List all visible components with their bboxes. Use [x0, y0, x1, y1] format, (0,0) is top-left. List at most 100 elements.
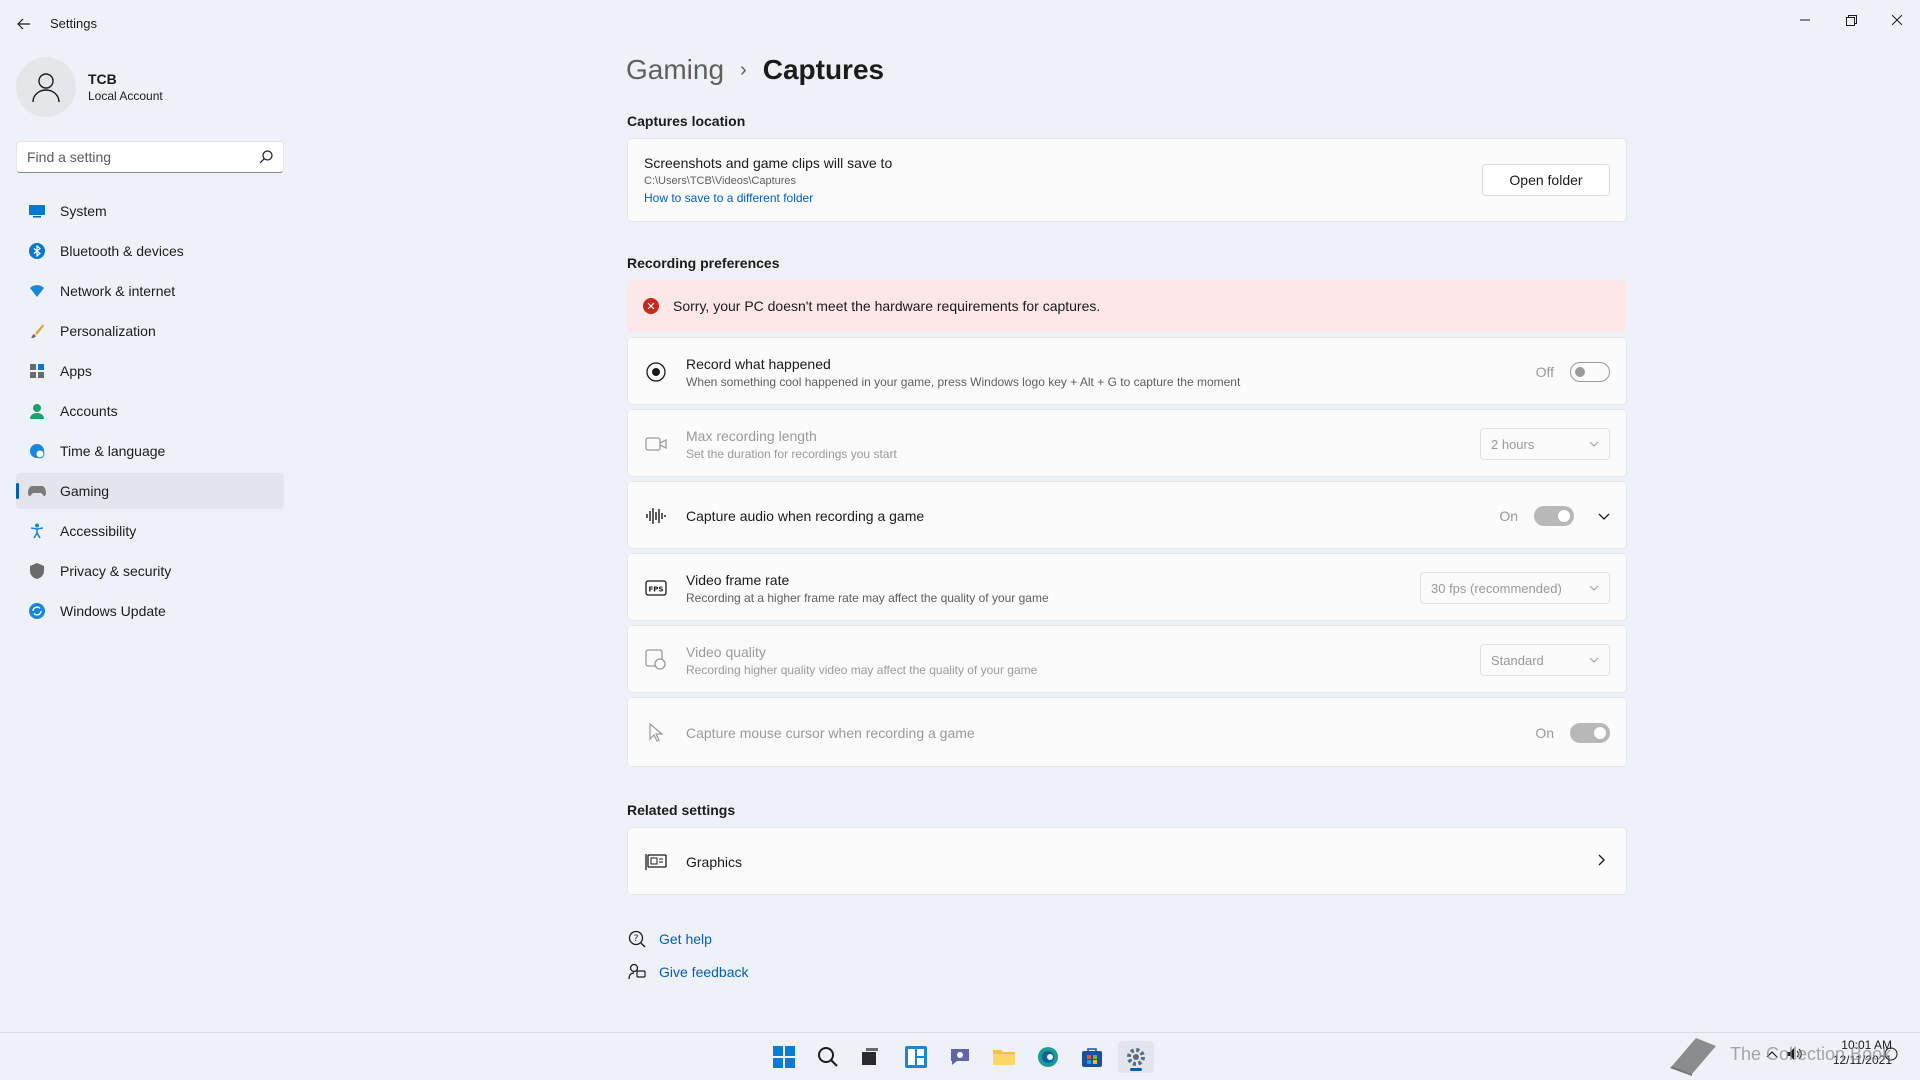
- svg-text:FPS: FPS: [649, 586, 664, 594]
- accessibility-icon: [28, 522, 46, 540]
- sidebar-item-network[interactable]: Network & internet: [16, 273, 284, 309]
- search-box[interactable]: [16, 141, 284, 173]
- max-recording-length-desc: Set the duration for recordings you star…: [686, 447, 897, 461]
- taskbar-search-button[interactable]: [810, 1041, 846, 1073]
- camera-icon: [644, 432, 668, 456]
- active-indicator: [1130, 1068, 1142, 1071]
- title-bar: Settings: [0, 0, 1920, 48]
- search-icon[interactable]: [259, 150, 273, 164]
- sidebar-item-system[interactable]: System: [16, 193, 284, 229]
- max-recording-length-dropdown[interactable]: 2 hours: [1480, 428, 1610, 460]
- dropdown-value: Standard: [1491, 652, 1544, 668]
- record-what-happened-title: Record what happened: [686, 356, 831, 372]
- minimize-icon: [1800, 19, 1810, 21]
- edge-button[interactable]: [1030, 1041, 1066, 1073]
- capture-audio-toggle-group: On: [1499, 506, 1574, 526]
- sidebar-item-bluetooth[interactable]: Bluetooth & devices: [16, 233, 284, 269]
- close-button[interactable]: [1874, 4, 1920, 36]
- profile-name: TCB: [88, 71, 117, 87]
- open-folder-button[interactable]: Open folder: [1482, 164, 1610, 196]
- app-title: Settings: [50, 16, 97, 31]
- record-icon: [644, 360, 668, 384]
- feedback-icon: [627, 962, 647, 982]
- restore-button[interactable]: [1828, 4, 1874, 36]
- section-title-recording-preferences: Recording preferences: [627, 255, 780, 271]
- start-button[interactable]: [766, 1041, 802, 1073]
- brush-icon: [28, 322, 46, 340]
- user-profile[interactable]: TCB Local Account: [16, 57, 163, 117]
- sidebar-item-gaming[interactable]: Gaming: [16, 473, 284, 509]
- mouse-cursor-toggle-group: On: [1535, 723, 1610, 743]
- capture-audio-card[interactable]: Capture audio when recording a game On: [627, 481, 1627, 549]
- folder-icon: [993, 1050, 1015, 1065]
- video-quality-desc: Recording higher quality video may affec…: [686, 663, 1038, 677]
- different-folder-link[interactable]: How to save to a different folder: [644, 191, 813, 205]
- sidebar-item-privacy[interactable]: Privacy & security: [16, 553, 284, 589]
- sidebar-item-label: Windows Update: [60, 603, 166, 619]
- gamepad-icon: [28, 482, 46, 500]
- sidebar-item-accounts[interactable]: Accounts: [16, 393, 284, 429]
- widgets-button[interactable]: [898, 1041, 934, 1073]
- back-button[interactable]: [12, 12, 36, 36]
- chevron-down-icon: [1589, 657, 1599, 663]
- breadcrumb: Gaming › Captures: [626, 54, 884, 86]
- minimize-button[interactable]: [1782, 4, 1828, 36]
- sidebar-item-time-language[interactable]: Time & language: [16, 433, 284, 469]
- error-message: Sorry, your PC doesn't meet the hardware…: [673, 298, 1101, 314]
- graphics-link-card[interactable]: Graphics: [627, 827, 1627, 895]
- store-button[interactable]: [1074, 1041, 1110, 1073]
- chat-button[interactable]: [942, 1041, 978, 1073]
- task-view-button[interactable]: [852, 1041, 888, 1073]
- search-input[interactable]: [27, 149, 259, 165]
- sidebar-item-accessibility[interactable]: Accessibility: [16, 513, 284, 549]
- task-view-icon: [862, 1048, 878, 1065]
- record-toggle-group: Off: [1536, 362, 1610, 382]
- wifi-icon: [28, 282, 46, 300]
- breadcrumb-parent[interactable]: Gaming: [626, 54, 724, 86]
- give-feedback-link[interactable]: Give feedback: [659, 964, 749, 980]
- video-quality-dropdown[interactable]: Standard: [1480, 644, 1610, 676]
- shield-icon: [28, 562, 46, 580]
- record-what-happened-desc: When something cool happened in your gam…: [686, 375, 1241, 389]
- update-icon: [28, 602, 46, 620]
- sidebar-item-windows-update[interactable]: Windows Update: [16, 593, 284, 629]
- book-logo-icon: [1670, 1038, 1716, 1076]
- chevron-right-icon: [1598, 853, 1606, 871]
- sidebar-item-label: Personalization: [60, 323, 156, 339]
- windows-logo-icon: [773, 1046, 795, 1068]
- sidebar-item-personalization[interactable]: Personalization: [16, 313, 284, 349]
- toggle-state-label: On: [1499, 508, 1518, 524]
- capture-mouse-cursor-toggle[interactable]: [1570, 723, 1610, 743]
- record-what-happened-card: Record what happened When something cool…: [627, 337, 1627, 405]
- profile-account-type: Local Account: [88, 89, 163, 103]
- edge-browser-icon: [1038, 1047, 1058, 1067]
- sidebar-item-apps[interactable]: Apps: [16, 353, 284, 389]
- watermark-text: The Collection Book: [1730, 1043, 1892, 1064]
- sidebar-item-label: Time & language: [60, 443, 166, 459]
- settings-taskbar-button[interactable]: [1118, 1041, 1154, 1073]
- video-frame-rate-dropdown[interactable]: 30 fps (recommended): [1420, 572, 1610, 604]
- gear-icon: [1127, 1048, 1145, 1066]
- watermark: The Collection Book: [1668, 1032, 1891, 1076]
- person-icon: [28, 402, 46, 420]
- get-help-row[interactable]: ? Get help: [627, 929, 712, 949]
- chevron-down-icon: [1589, 585, 1599, 591]
- capture-audio-toggle[interactable]: [1534, 506, 1574, 526]
- bluetooth-icon: [28, 242, 46, 260]
- capture-mouse-cursor-title: Capture mouse cursor when recording a ga…: [686, 725, 975, 741]
- captures-path: C:\Users\TCB\Videos\Captures: [644, 175, 797, 187]
- file-explorer-button[interactable]: [986, 1041, 1022, 1073]
- captures-location-card: Screenshots and game clips will save to …: [627, 138, 1627, 222]
- get-help-link[interactable]: Get help: [659, 931, 712, 947]
- give-feedback-row[interactable]: Give feedback: [627, 962, 749, 982]
- back-arrow-icon: [17, 18, 30, 30]
- user-icon: [32, 73, 60, 103]
- sidebar-item-label: Privacy & security: [60, 563, 172, 579]
- widgets-icon: [905, 1046, 927, 1068]
- max-recording-length-title: Max recording length: [686, 428, 817, 444]
- video-quality-title: Video quality: [686, 644, 766, 660]
- chevron-down-icon[interactable]: [1598, 508, 1610, 526]
- sidebar-item-label: Accounts: [60, 403, 118, 419]
- close-icon: [1892, 15, 1902, 25]
- record-what-happened-toggle[interactable]: [1570, 362, 1610, 382]
